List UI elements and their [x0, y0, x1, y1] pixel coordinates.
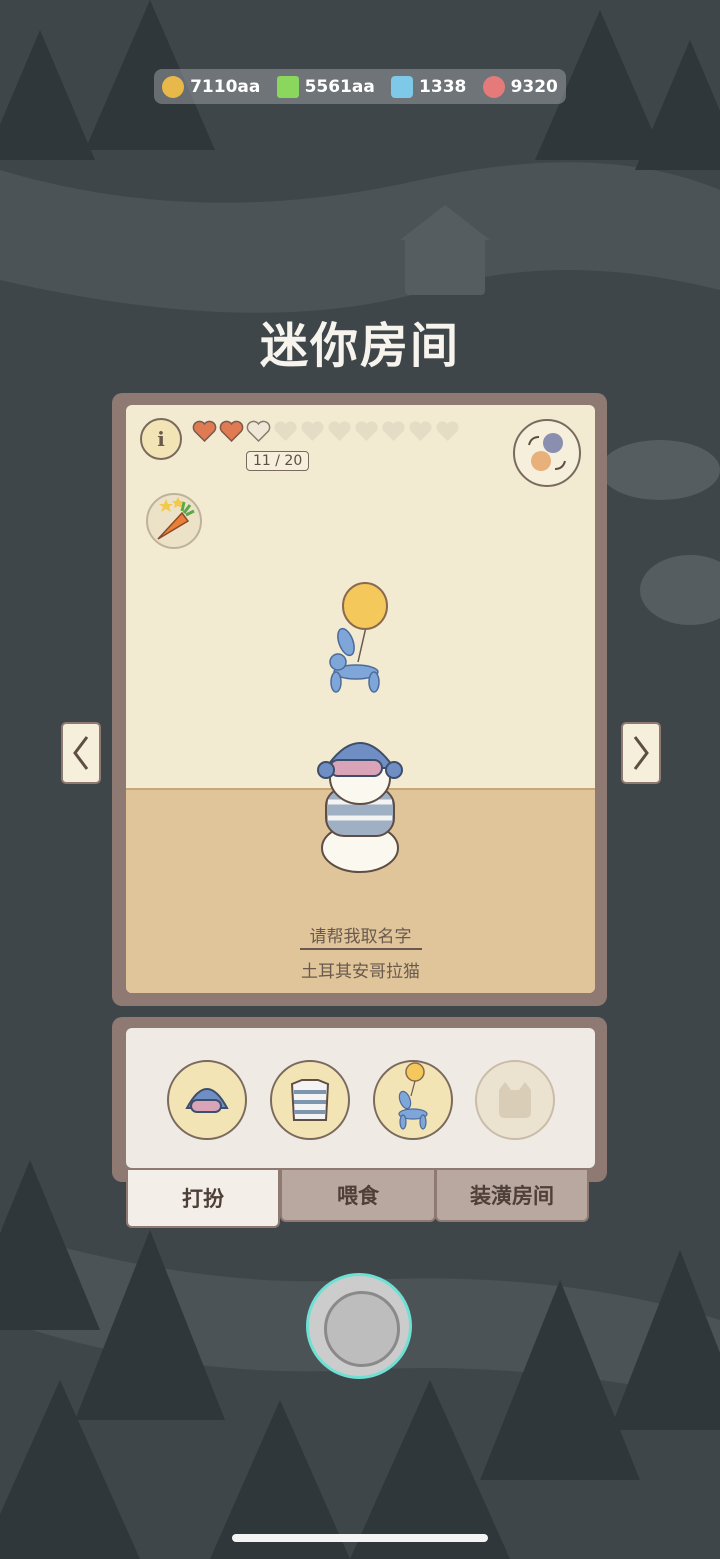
tab-dress-up-label: 打扮: [182, 1187, 224, 1211]
fish-icon: [482, 75, 505, 98]
item-balloon-dog[interactable]: [373, 1060, 453, 1140]
fish-value: 9320: [510, 76, 558, 97]
empty-slot-icon: [499, 1082, 531, 1118]
helmet-icon: [185, 1088, 229, 1113]
name-underline: [300, 948, 422, 950]
home-button[interactable]: [306, 1273, 412, 1379]
resource-coins[interactable]: 7110aa: [162, 75, 261, 98]
balloon-dog-icon: [398, 1062, 428, 1130]
item-helmet[interactable]: [167, 1060, 247, 1140]
switch-cat-button[interactable]: [513, 419, 581, 487]
home-button-inner: [324, 1291, 400, 1367]
cat-breed-label: 土耳其安哥拉猫: [301, 962, 420, 982]
heart-empty-icon: [382, 421, 405, 441]
tab-decorate-room[interactable]: 装潢房间: [435, 1170, 589, 1222]
favorite-food-button[interactable]: [146, 493, 202, 549]
heart-filled-icon: [192, 420, 217, 442]
page-title: 迷你房间: [259, 318, 460, 374]
resource-fish[interactable]: 9320: [482, 75, 558, 98]
tab-feed[interactable]: 喂食: [280, 1170, 436, 1222]
heart-empty-icon: [274, 421, 297, 441]
item-empty-slot[interactable]: [475, 1060, 555, 1140]
heart-empty-icon: [246, 420, 271, 442]
heart-empty-icon: [436, 421, 459, 441]
resource-bar: 7110aa 5561aa 1338 9320: [154, 69, 566, 104]
coins-value: 7110aa: [190, 76, 261, 97]
energy-value: 5561aa: [304, 76, 375, 97]
name-cat-prompt[interactable]: 请帮我取名字: [126, 922, 595, 947]
heart-empty-icon: [301, 421, 324, 441]
tab-dress-up[interactable]: 打扮: [126, 1170, 280, 1228]
swap-cats-icon: [528, 433, 566, 471]
info-button[interactable]: i: [140, 418, 182, 460]
carrot-icon: [157, 497, 195, 540]
cat-character: [317, 742, 403, 873]
balloon-dog-toy: [329, 582, 388, 693]
heart-filled-icon: [219, 420, 244, 442]
chevron-right-icon: [633, 736, 649, 770]
next-cat-button[interactable]: [621, 722, 661, 784]
heart-count-label: 11 / 20: [246, 451, 310, 471]
gems-value: 1338: [419, 76, 467, 97]
chevron-left-icon: [73, 736, 89, 770]
item-striped-shirt[interactable]: [270, 1060, 350, 1140]
coin-icon: [162, 75, 185, 98]
info-icon: i: [157, 427, 165, 451]
energy-bolt-icon: [276, 75, 299, 98]
prev-cat-button[interactable]: [61, 722, 101, 784]
blue-gem-icon: [391, 75, 414, 98]
affection-hearts: [192, 420, 460, 442]
heart-empty-icon: [328, 421, 351, 441]
resource-energy[interactable]: 5561aa: [276, 75, 375, 98]
heart-empty-icon: [409, 421, 432, 441]
heart-empty-icon: [355, 421, 378, 441]
tab-feed-label: 喂食: [337, 1184, 379, 1208]
tab-decorate-room-label: 装潢房间: [470, 1184, 554, 1208]
home-indicator-bar[interactable]: [232, 1534, 488, 1542]
striped-shirt-icon: [290, 1079, 330, 1121]
resource-gems[interactable]: 1338: [391, 75, 467, 98]
